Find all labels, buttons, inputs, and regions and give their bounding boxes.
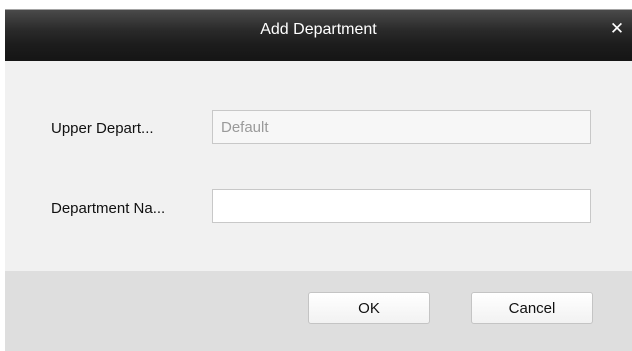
close-icon[interactable]: ✕: [607, 18, 627, 40]
upper-department-label: Upper Depart...: [51, 120, 154, 137]
department-name-label: Department Na...: [51, 200, 166, 217]
dialog-body: Upper Depart... Department Na...: [5, 61, 632, 271]
dialog-title: Add Department: [260, 21, 377, 38]
upper-department-field[interactable]: [212, 110, 591, 144]
ok-button[interactable]: OK: [308, 292, 430, 324]
dialog-footer: OK Cancel: [5, 271, 632, 351]
cancel-button[interactable]: Cancel: [471, 292, 593, 324]
department-name-input[interactable]: [212, 189, 591, 223]
add-department-dialog: Add Department ✕ Upper Depart... Departm…: [5, 0, 632, 351]
dialog-titlebar: Add Department ✕: [5, 0, 632, 61]
